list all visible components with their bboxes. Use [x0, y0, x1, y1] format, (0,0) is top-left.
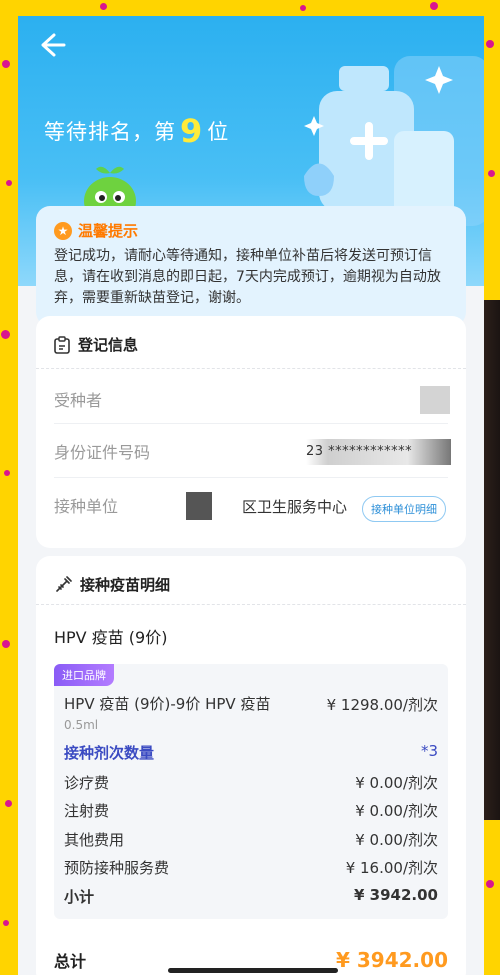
- info-row-recipient: 受种者: [54, 372, 448, 426]
- notice-text: 登记成功，请耐心等待通知，接种单位补苗后将发送可预订信息，请在收到消息的即日起，…: [54, 248, 441, 306]
- rank-number: 9: [180, 112, 204, 150]
- star-icon: ★: [54, 221, 72, 240]
- fee-label: 诊疗费: [64, 774, 110, 792]
- vaccine-item-name: HPV 疫苗 (9价)-9价 HPV 疫苗 0.5ml: [64, 694, 279, 735]
- registration-header: 登记信息: [54, 334, 138, 355]
- vaccine-item-volume: 0.5ml: [64, 718, 99, 732]
- fee-row-injection: 注射费 ¥ 0.00/剂次: [64, 800, 438, 821]
- dose-count-value: *3: [420, 742, 438, 760]
- fee-label: 注射费: [64, 802, 110, 820]
- vaccine-detail-card: 接种疫苗明细 HPV 疫苗 (9价) 进口品牌 HPV 疫苗 (9价)-9价 H…: [36, 556, 466, 975]
- subtotal-value: ¥ 3942.00: [354, 886, 438, 904]
- notice-title: 温馨提示: [78, 222, 139, 240]
- phone-screen: 等待排名，第 9 位 ★ 温馨提示 登记成功，请耐心等待通知，接种单位补苗后将发…: [18, 16, 484, 975]
- unit-name-redacted: [186, 492, 212, 520]
- recipient-name-redacted: [420, 386, 450, 414]
- unit-detail-button[interactable]: 接种单位明细: [362, 496, 446, 522]
- fee-row-service: 预防接种服务费 ¥ 16.00/剂次: [64, 857, 438, 878]
- fee-label: 其他费用: [64, 831, 125, 849]
- unit-label: 接种单位: [54, 497, 119, 516]
- id-number-value: 23 ************: [306, 444, 413, 459]
- rank-prefix: 等待排名，第: [44, 120, 176, 144]
- fee-label: 预防接种服务费: [64, 859, 170, 877]
- id-number-label: 身份证件号码: [54, 443, 151, 462]
- fee-value: ¥ 0.00/剂次: [355, 774, 438, 792]
- vaccine-item-row: HPV 疫苗 (9价)-9价 HPV 疫苗 0.5ml ¥ 1298.00/剂次: [64, 694, 438, 735]
- subtotal-label: 小计: [64, 888, 95, 906]
- fee-row-other: 其他费用 ¥ 0.00/剂次: [64, 829, 438, 850]
- total-value: ¥ 3942.00: [336, 948, 448, 972]
- dose-count-row: 接种剂次数量 *3: [64, 742, 438, 763]
- rank-suffix: 位: [207, 120, 230, 144]
- recipient-label: 受种者: [54, 391, 103, 410]
- fee-value: ¥ 16.00/剂次: [345, 859, 438, 877]
- divider: [36, 604, 466, 605]
- home-indicator[interactable]: [168, 968, 338, 973]
- import-brand-badge: 进口品牌: [54, 664, 114, 686]
- registration-card: 登记信息 受种者 身份证件号码 23 ************ 接种单位 区卫生…: [36, 316, 466, 548]
- vaccine-name: HPV 疫苗 (9价): [54, 628, 168, 647]
- notice-header: ★ 温馨提示: [54, 220, 138, 241]
- divider: [36, 368, 466, 369]
- fee-row-diagnosis: 诊疗费 ¥ 0.00/剂次: [64, 772, 438, 793]
- vaccine-detail-header: 接种疫苗明细: [54, 574, 170, 595]
- fee-value: ¥ 0.00/剂次: [355, 802, 438, 820]
- registration-title: 登记信息: [78, 336, 139, 354]
- rank-title: 等待排名，第 9 位: [44, 112, 229, 150]
- vaccine-item-price: ¥ 1298.00/剂次: [326, 696, 438, 714]
- syringe-icon: [56, 575, 72, 592]
- dose-count-label: 接种剂次数量: [64, 744, 155, 762]
- clipboard-icon: [54, 335, 70, 354]
- subtotal-row: 小计 ¥ 3942.00: [64, 886, 438, 907]
- unit-value: 区卫生服务中心: [242, 498, 348, 516]
- arrow-left-icon[interactable]: [36, 30, 66, 60]
- total-label: 总计: [54, 952, 87, 971]
- fee-value: ¥ 0.00/剂次: [355, 831, 438, 849]
- notice-card: ★ 温馨提示 登记成功，请耐心等待通知，接种单位补苗后将发送可预订信息，请在收到…: [36, 206, 466, 326]
- vaccine-item-title: HPV 疫苗 (9价)-9价 HPV 疫苗: [64, 695, 271, 713]
- price-detail-box: 进口品牌 HPV 疫苗 (9价)-9价 HPV 疫苗 0.5ml ¥ 1298.…: [54, 664, 448, 919]
- photo-frame: 等待排名，第 9 位 ★ 温馨提示 登记成功，请耐心等待通知，接种单位补苗后将发…: [0, 0, 500, 975]
- vaccine-detail-title: 接种疫苗明细: [80, 576, 171, 594]
